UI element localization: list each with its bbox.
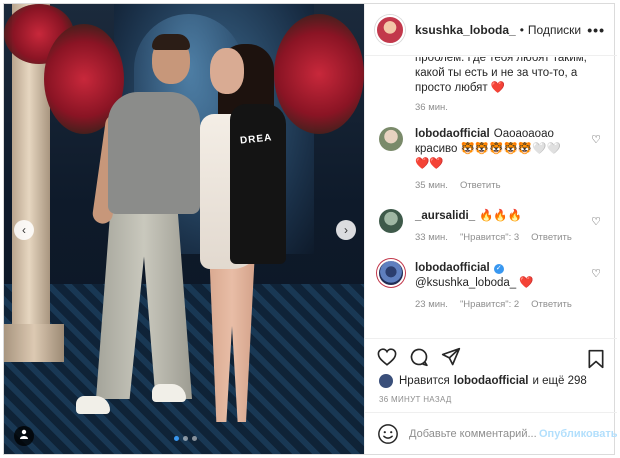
- comment-body: _aursalidi_ 🔥🔥🔥 33 мин. "Нравится": 3 Отв…: [415, 209, 585, 245]
- likes-prefix: Нравится: [399, 375, 450, 387]
- comment-text: Оаоаоаоао: [493, 128, 554, 140]
- header-separator: •: [519, 22, 524, 37]
- comment-username[interactable]: lobodaofficial: [415, 128, 490, 140]
- likes-summary: Нравится lobodaofficial и ещё 298: [379, 374, 587, 388]
- comment-meta: 23 мин. "Нравится": 2 Ответить: [415, 297, 585, 312]
- post-timestamp[interactable]: 36 МИНУТ НАЗАД: [379, 395, 452, 404]
- caption-time[interactable]: 36 мин.: [415, 102, 448, 113]
- comment-time[interactable]: 35 мин.: [415, 178, 448, 193]
- carousel-dot: [183, 436, 188, 441]
- reply-button[interactable]: Ответить: [531, 297, 572, 312]
- photo-shoe: [152, 384, 186, 402]
- comment-text: красиво 🐯🐯🐯🐯🐯🤍🤍: [415, 143, 561, 155]
- heart-emoji-icon: ❤️: [490, 82, 506, 94]
- comment-body: lobodaofficial Оаоаоаоао красиво 🐯🐯🐯🐯🐯🤍🤍 …: [415, 127, 585, 193]
- post-photo[interactable]: DREA ‹ ›: [4, 4, 364, 454]
- reply-button[interactable]: Ответить: [460, 178, 501, 193]
- follow-status-button[interactable]: Подписки: [528, 23, 581, 37]
- comment-avatar[interactable]: [379, 261, 403, 285]
- like-comment-icon[interactable]: ♡: [591, 133, 601, 146]
- comment-avatar[interactable]: [379, 209, 403, 233]
- photo-flowers: [274, 14, 364, 134]
- share-icon[interactable]: [441, 347, 461, 370]
- liker-avatar[interactable]: [379, 374, 393, 388]
- heart-emoji-icon: ❤️: [519, 277, 534, 289]
- add-comment-bar: Опубликовать: [365, 412, 618, 454]
- comment-username[interactable]: lobodaofficial: [415, 262, 490, 274]
- comment-icon[interactable]: [409, 347, 429, 370]
- like-icon[interactable]: [377, 348, 397, 369]
- carousel-prev-button[interactable]: ‹: [14, 220, 34, 240]
- more-options-icon[interactable]: •••: [587, 22, 605, 38]
- photo-shoe: [76, 396, 110, 414]
- post-modal: DREA ‹ › ksushka_loboda_ • Подписки ••• …: [3, 3, 618, 455]
- comments-list[interactable]: проблем. Где тебя любят таким, какой ты …: [365, 57, 617, 337]
- post-header: ksushka_loboda_ • Подписки •••: [365, 4, 617, 56]
- comment-hearts: ❤️❤️: [415, 158, 444, 170]
- comment-mention[interactable]: @ksushka_loboda_: [415, 277, 516, 289]
- carousel-dot: [192, 436, 197, 441]
- comment-meta: 35 мин. Ответить: [415, 178, 585, 193]
- likes-suffix[interactable]: и ещё 298: [533, 375, 587, 387]
- comment-avatar[interactable]: [379, 127, 403, 151]
- comment-likes[interactable]: "Нравится": 2: [460, 297, 519, 312]
- bookmark-icon[interactable]: [587, 349, 605, 372]
- comment-likes[interactable]: "Нравится": 3: [460, 230, 519, 245]
- author-username[interactable]: ksushka_loboda_: [415, 23, 516, 37]
- user-tag-icon[interactable]: [14, 426, 34, 446]
- comment-username[interactable]: _aursalidi_: [415, 210, 475, 222]
- carousel-indicator: [174, 436, 197, 441]
- comment-input[interactable]: [409, 427, 539, 440]
- caption: проблем. Где тебя любят таким, какой ты …: [415, 57, 595, 96]
- comment-time[interactable]: 33 мин.: [415, 230, 448, 245]
- reply-button[interactable]: Ответить: [531, 230, 572, 245]
- carousel-next-button[interactable]: ›: [336, 220, 356, 240]
- like-comment-icon[interactable]: ♡: [591, 215, 601, 228]
- liker-username[interactable]: lobodaofficial: [454, 375, 529, 387]
- photo-column-base: [4, 324, 64, 362]
- photo-woman-jacket: [230, 104, 286, 264]
- caption-meta: 36 мин.: [415, 102, 603, 113]
- like-comment-icon[interactable]: ♡: [591, 267, 601, 280]
- photo-man-hair: [152, 34, 190, 50]
- comment-meta: 33 мин. "Нравится": 3 Ответить: [415, 230, 585, 245]
- comment-item: lobodaofficial ✓ @ksushka_loboda_ ❤️ 23 м…: [379, 261, 603, 312]
- comment-item: lobodaofficial Оаоаоаоао красиво 🐯🐯🐯🐯🐯🤍🤍 …: [379, 127, 603, 193]
- verified-badge-icon: ✓: [493, 264, 504, 274]
- comment-text: 🔥🔥🔥: [479, 210, 523, 222]
- emoji-picker-icon[interactable]: [377, 423, 399, 445]
- photo-woman-head: [210, 48, 244, 94]
- carousel-dot: [174, 436, 179, 441]
- post-sidebar: ksushka_loboda_ • Подписки ••• проблем. …: [364, 4, 618, 454]
- comment-time[interactable]: 23 мин.: [415, 297, 448, 312]
- photo-man-shirt: [108, 92, 200, 214]
- comment-item: _aursalidi_ 🔥🔥🔥 33 мин. "Нравится": 3 Отв…: [379, 209, 603, 245]
- post-actions-bar: [365, 338, 617, 378]
- comment-body: lobodaofficial ✓ @ksushka_loboda_ ❤️ 23 м…: [415, 261, 585, 312]
- author-avatar[interactable]: [375, 14, 405, 45]
- publish-button[interactable]: Опубликовать: [539, 428, 618, 440]
